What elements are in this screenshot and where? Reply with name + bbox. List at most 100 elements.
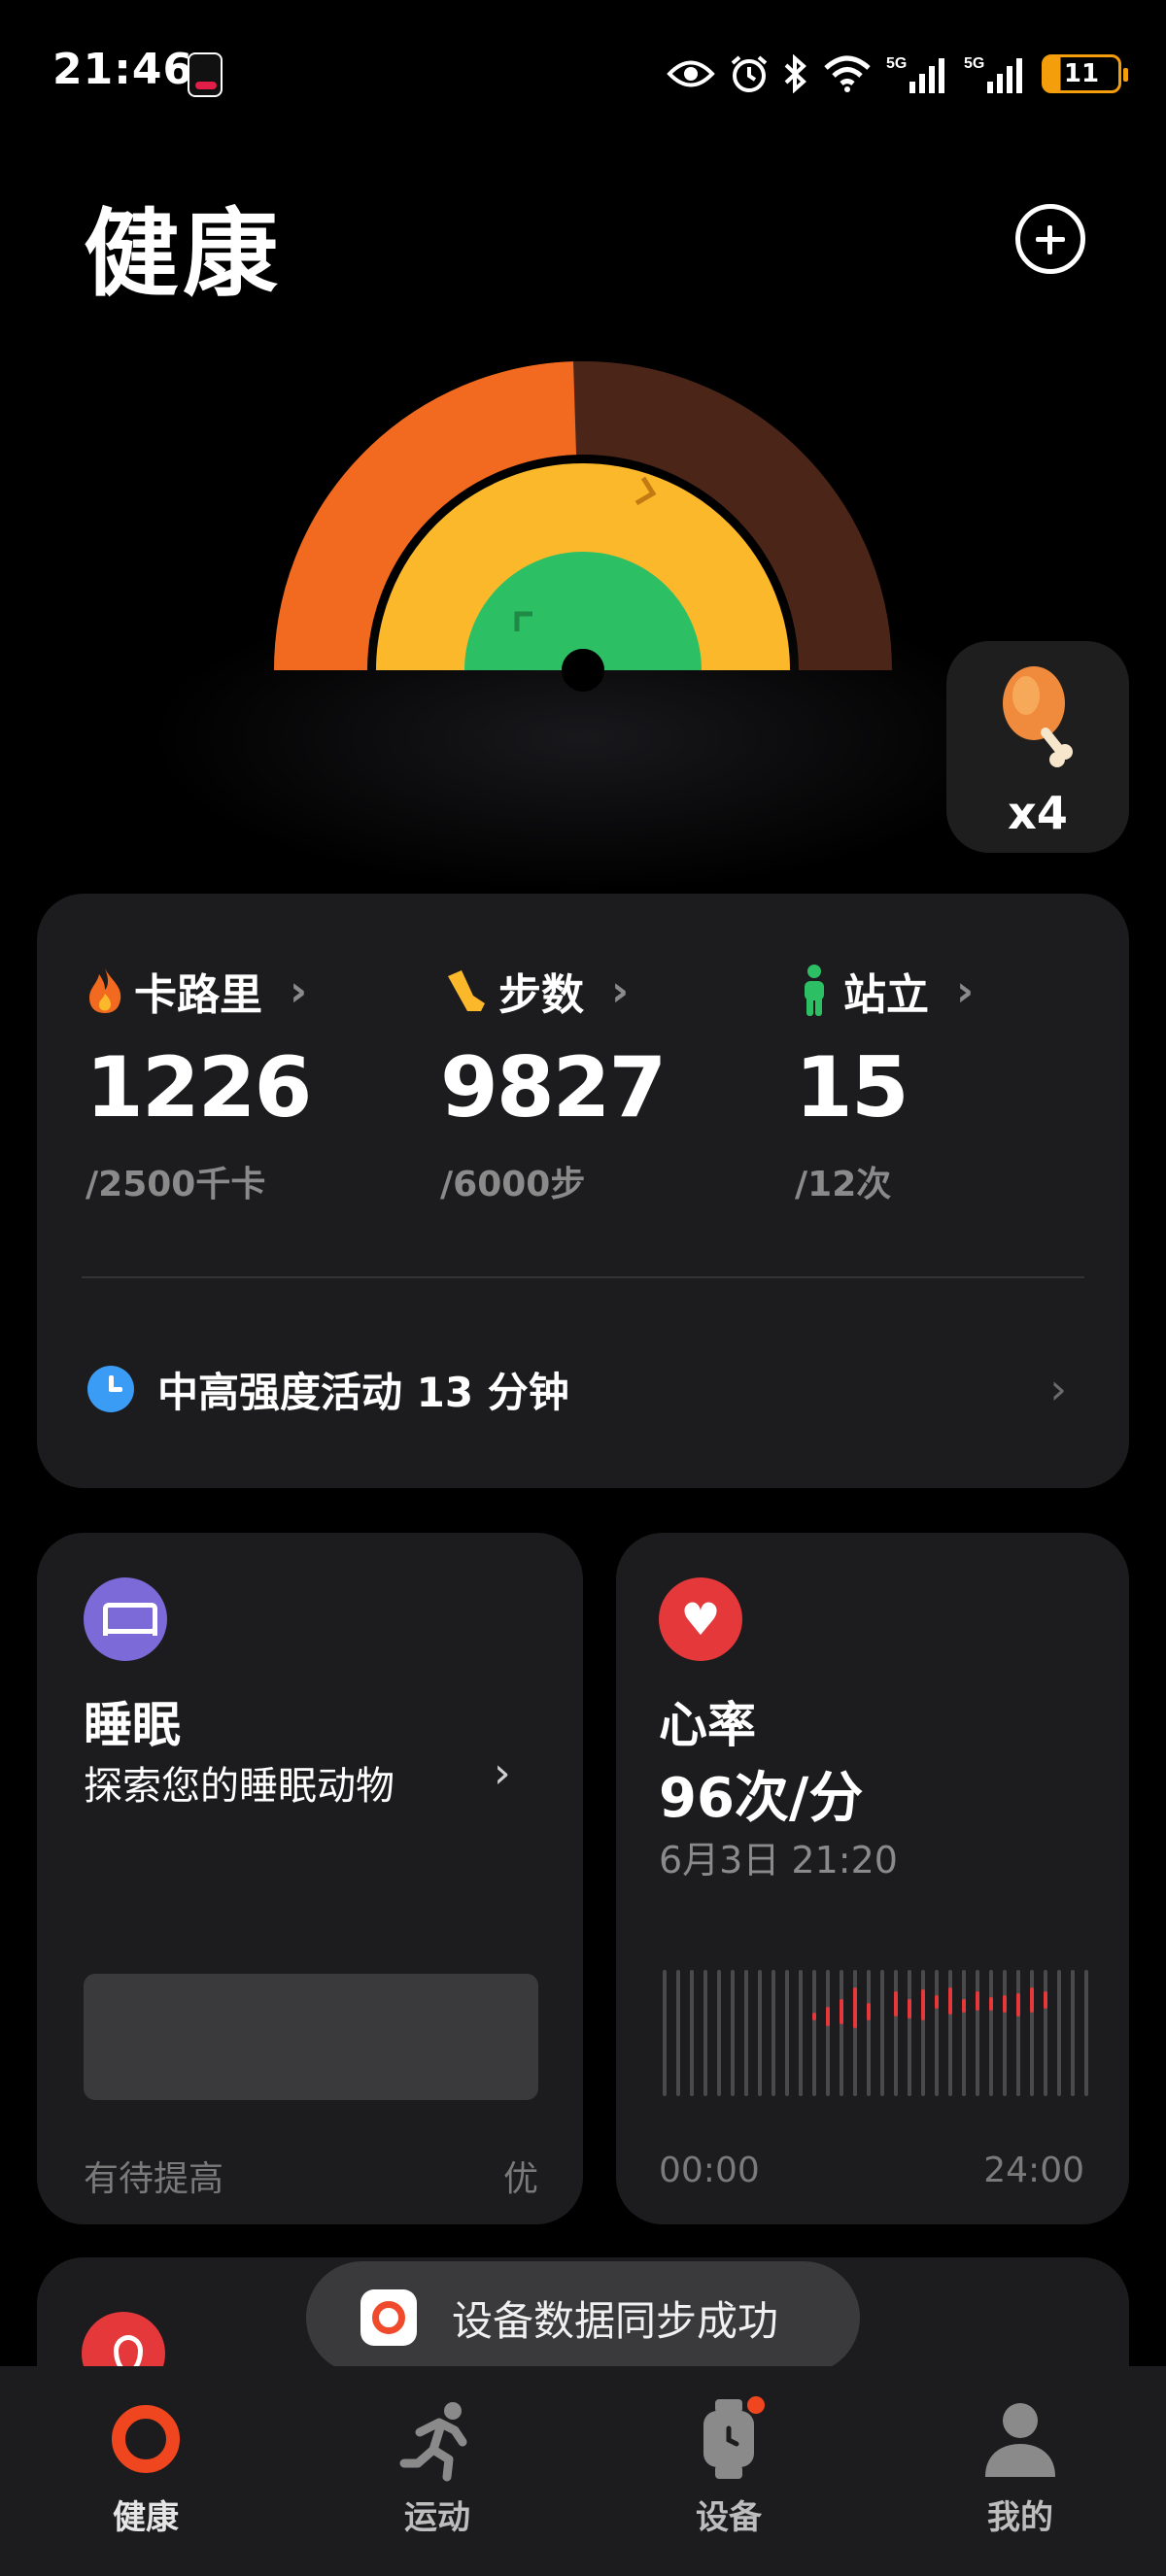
chart-gridline — [1084, 1970, 1088, 2096]
heart-rate-mark — [853, 1987, 857, 2028]
ring-icon — [112, 2405, 180, 2473]
nav-item-exercise[interactable]: 运动 — [340, 2395, 534, 2560]
chart-gridline — [989, 1970, 993, 2096]
metric-label: 卡路里 — [134, 970, 262, 1020]
metric-value: 1226 — [86, 1039, 312, 1136]
heart-rate-mark — [1030, 1987, 1034, 2013]
chart-gridline — [812, 1970, 816, 2096]
clock-icon — [87, 1366, 134, 1412]
chart-gridline — [717, 1970, 721, 2096]
metric-label: 站立 — [843, 970, 929, 1020]
eye-icon — [667, 52, 715, 95]
chart-gridline — [1044, 1970, 1047, 2096]
heart-rate-mark — [1003, 1995, 1007, 2013]
plus-circle-icon[interactable] — [1015, 204, 1085, 274]
scale-low-label: 有待提高 — [84, 2159, 224, 2199]
chevron-right-icon: › — [1049, 1364, 1067, 1414]
nav-item-health[interactable]: 健康 — [49, 2395, 243, 2560]
ring-center — [562, 649, 604, 692]
metric-value: 9827 — [440, 1039, 667, 1136]
heart-rate-mark — [826, 2007, 830, 2026]
metric-stand[interactable]: 站立 › 15 /12次 — [795, 962, 1135, 1214]
page-title: 健康 — [84, 199, 283, 310]
app-logo-icon — [360, 2289, 417, 2346]
chevron-right-icon: › — [611, 966, 630, 1016]
running-icon — [399, 2402, 467, 2482]
chart-gridline — [1003, 1970, 1007, 2096]
reward-count: x4 — [1008, 787, 1068, 839]
heart-rate-time: 6月3日 21:20 — [659, 1839, 898, 1881]
intensity-row[interactable]: 中高强度活动 13 分钟 › — [87, 1350, 1088, 1428]
nav-item-devices[interactable]: 设备 — [632, 2395, 826, 2560]
metric-goal: /12次 — [795, 1165, 892, 1204]
status-bar: 21:46 5G 5G 11 — [0, 0, 1166, 146]
heart-rate-mark — [1016, 1993, 1020, 2017]
metric-calories[interactable]: 卡路里 › 1226 /2500千卡 — [86, 962, 426, 1214]
heart-rate-mark — [921, 1989, 925, 2020]
heart-rate-mark — [989, 1997, 993, 2011]
intensity-text: 中高强度活动 13 分钟 — [157, 1368, 569, 1416]
heart-rate-mark — [840, 1999, 843, 2024]
chart-gridline — [840, 1970, 843, 2096]
activity-card[interactable]: 卡路里 › 1226 /2500千卡 步数 › 9827 /6000步 站立 › — [37, 894, 1129, 1488]
sync-toast: 设备数据同步成功 — [306, 2261, 860, 2374]
drumstick-icon — [1003, 666, 1073, 767]
chart-gridline — [758, 1970, 762, 2096]
standing-person-icon — [805, 965, 824, 1016]
chart-gridline — [908, 1970, 911, 2096]
watch-icon — [703, 2396, 765, 2479]
heart-rate-mark — [908, 1999, 911, 2018]
sleep-card[interactable]: 睡眠 探索您的睡眠动物 › 有待提高 优 — [37, 1533, 583, 2224]
shoe-icon — [448, 970, 485, 1011]
heart-rate-mark — [812, 2013, 816, 2020]
reward-card[interactable]: x4 — [946, 641, 1129, 853]
heart-rate-mark — [948, 1987, 952, 2015]
axis-start-label: 00:00 — [659, 2151, 760, 2190]
chart-gridline — [894, 1970, 898, 2096]
chart-gridline — [676, 1970, 680, 2096]
metric-goal: /6000步 — [440, 1165, 586, 1204]
heart-rate-chart — [663, 1970, 1088, 2096]
flame-icon — [89, 968, 121, 1013]
heart-rate-mark — [962, 1999, 966, 2013]
chevron-right-icon: › — [494, 1748, 511, 1798]
nav-label: 运动 — [404, 2498, 470, 2537]
chart-gridline — [785, 1970, 789, 2096]
profile-icon — [985, 2403, 1055, 2477]
heart-rate-mark — [1044, 1991, 1047, 2009]
chevron-right-icon: › — [290, 966, 308, 1016]
battery-level: 11 — [1063, 59, 1100, 88]
nav-label: 我的 — [987, 2498, 1053, 2537]
metric-steps[interactable]: 步数 › 9827 /6000步 — [440, 962, 780, 1214]
nav-label: 设备 — [696, 2498, 762, 2537]
heart-rate-mark — [976, 1991, 979, 2011]
chart-gridline — [962, 1970, 966, 2096]
heart-rate-mark — [935, 1995, 939, 2009]
heart-rate-mark — [867, 2003, 871, 2020]
chart-gridline — [1071, 1970, 1075, 2096]
wifi-icon — [822, 52, 873, 95]
signal-5g-icon: 5G — [886, 52, 950, 95]
nav-item-mine[interactable]: 我的 — [923, 2395, 1117, 2560]
axis-end-label: 24:00 — [983, 2151, 1084, 2190]
card-title: 心率 — [659, 1697, 756, 1753]
chart-gridline — [867, 1970, 871, 2096]
metric-goal: /2500千卡 — [86, 1165, 266, 1204]
bed-icon — [84, 1577, 167, 1661]
activity-rings[interactable] — [233, 350, 933, 894]
chart-gridline — [663, 1970, 667, 2096]
signal-5g-icon: 5G — [964, 52, 1028, 95]
heart-rate-mark — [894, 1991, 898, 2017]
chart-gridline — [731, 1970, 735, 2096]
chart-gridline — [799, 1970, 803, 2096]
card-title: 睡眠 — [84, 1697, 181, 1753]
toast-text: 设备数据同步成功 — [452, 2296, 779, 2345]
metric-header: 步数 › — [440, 962, 629, 1020]
heart-rate-card[interactable]: ♥ 心率 96次/分 6月3日 21:20 00:00 24:00 — [616, 1533, 1129, 2224]
status-icons: 5G 5G 11 — [667, 51, 1128, 97]
bottom-nav: 健康 运动 设备 我的 — [0, 2366, 1166, 2576]
metric-label: 步数 — [498, 970, 584, 1020]
chart-gridline — [880, 1970, 884, 2096]
sleep-score-bar — [84, 1974, 538, 2100]
nav-label: 健康 — [113, 2498, 179, 2537]
